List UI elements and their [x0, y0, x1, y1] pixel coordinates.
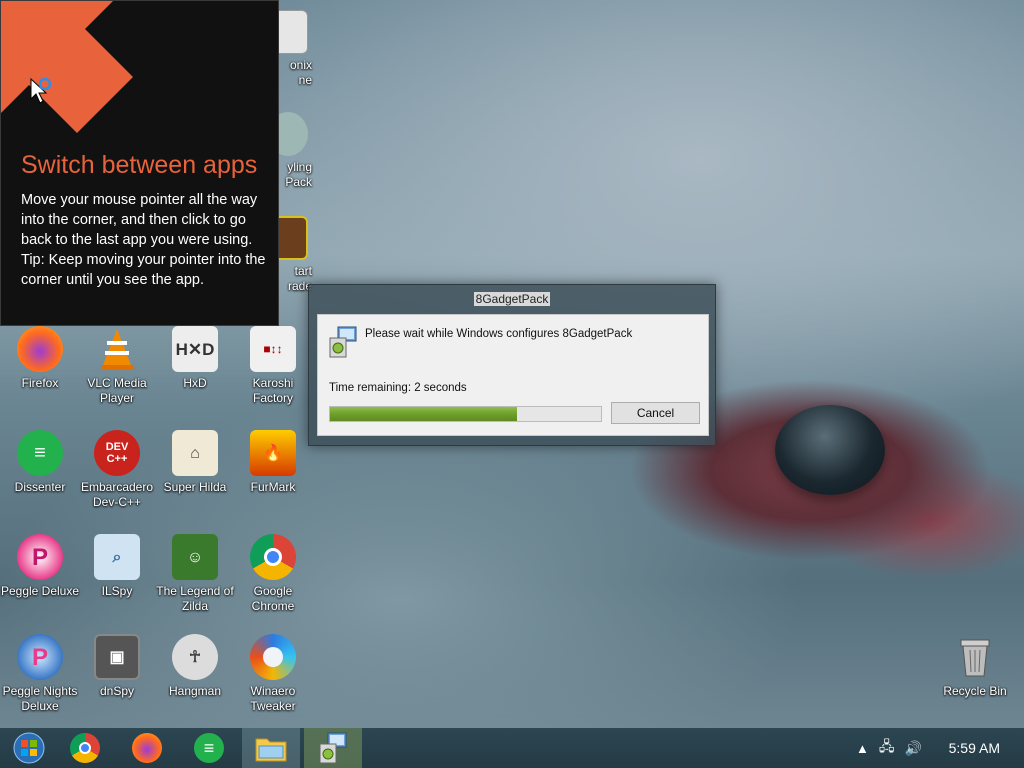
dialog-body: Please wait while Windows configures 8Ga… — [317, 314, 709, 436]
taskbar-firefox[interactable] — [118, 728, 176, 768]
desktop-icon-label: Hangman — [168, 684, 222, 698]
desktop-icon-label: FurMark — [250, 480, 296, 494]
taskbar-clock[interactable]: 5:59 AM — [949, 740, 1000, 756]
desktop-icon-label: Firefox — [21, 376, 59, 390]
furmark-icon: 🔥 — [250, 430, 296, 476]
tip-hint: Tip: Keep moving your pointer into the c… — [21, 252, 266, 288]
desktop-icon-label: Winaero Tweaker — [250, 684, 296, 713]
install-progress-bar — [329, 406, 602, 422]
start-orb-icon — [13, 732, 45, 764]
dissenter-icon: ≡ — [17, 430, 63, 476]
chrome-icon — [70, 733, 100, 763]
desktop-icon-peggle-nights[interactable]: P Peggle Nights Deluxe — [0, 634, 80, 714]
installer-icon — [319, 732, 347, 764]
taskbar-file-explorer[interactable] — [242, 728, 300, 768]
dnspy-icon: ▣ — [94, 634, 140, 680]
desktop-icon-label: Embarcadero Dev-C++ — [80, 480, 154, 509]
dialog-title: 8GadgetPack — [473, 292, 551, 306]
peggle-icon: P — [17, 534, 63, 580]
karoshi-icon: ■↕↕ — [250, 326, 296, 372]
desktop-icon-label: The Legend of Zilda — [156, 584, 234, 613]
ilspy-icon: ⌕ — [94, 534, 140, 580]
tip-title: Switch between apps — [21, 151, 258, 179]
desktop-icon-label: Super Hilda — [163, 480, 227, 494]
desktop-icon-label: dnSpy — [99, 684, 135, 698]
cancel-button[interactable]: Cancel — [611, 402, 700, 424]
winaero-icon — [250, 634, 296, 680]
desktop-icon-winaero[interactable]: Winaero Tweaker — [233, 634, 313, 714]
tip-body: Move your mouse pointer all the way into… — [21, 190, 269, 290]
desktop-icon-chrome[interactable]: Google Chrome — [233, 534, 313, 614]
progress-fill — [330, 407, 517, 421]
network-icon[interactable]: 🖧 — [879, 736, 895, 760]
taskbar: ≡ ▲ 🖧 🔊 5:59 AM — [0, 728, 1024, 768]
wallpaper-water-drop — [775, 405, 885, 495]
file-explorer-icon — [255, 738, 287, 762]
desktop-icon-label: Karoshi Factory — [252, 376, 294, 405]
installer-dialog[interactable]: 8GadgetPack Please wait while Windows co… — [308, 284, 716, 446]
vlc-icon — [94, 326, 140, 372]
system-tray: ▲ 🖧 🔊 — [856, 728, 922, 768]
zilda-icon: ☺ — [172, 534, 218, 580]
desktop-icon-furmark[interactable]: 🔥 FurMark — [233, 430, 313, 495]
hot-corner-tip-panel[interactable]: Switch between apps Move your mouse poin… — [0, 0, 279, 326]
desktop-icon-zilda[interactable]: ☺ The Legend of Zilda — [155, 534, 235, 614]
arrow-up-left-icon — [1, 1, 133, 133]
super-hilda-icon: ⌂ — [172, 430, 218, 476]
chevron-up-icon[interactable]: ▲ — [856, 741, 869, 756]
desktop-icon-dissenter[interactable]: ≡ Dissenter — [0, 430, 80, 495]
desktop-icon-dnspy[interactable]: ▣ dnSpy — [77, 634, 157, 699]
desktop-icon-super-hilda[interactable]: ⌂ Super Hilda — [155, 430, 235, 495]
desktop-icon-label: Peggle Deluxe — [0, 584, 80, 598]
hxd-icon: H✕D — [172, 326, 218, 372]
mouse-pointer-icon — [30, 77, 52, 104]
desktop-icon-label: Peggle Nights Deluxe — [2, 684, 78, 713]
firefox-icon — [17, 326, 63, 372]
firefox-icon — [132, 733, 162, 763]
time-remaining-label: Time remaining: 2 seconds — [329, 382, 467, 394]
recycle-bin-icon — [952, 634, 998, 680]
start-button[interactable] — [0, 728, 58, 768]
chrome-icon — [250, 534, 296, 580]
desktop-icon-label: VLC Media Player — [87, 376, 147, 405]
desktop-icon-devcpp[interactable]: DEV C++ Embarcadero Dev-C++ — [77, 430, 157, 510]
desktop-icon-karoshi[interactable]: ■↕↕ Karoshi Factory — [233, 326, 313, 406]
desktop-icon-peggle[interactable]: P Peggle Deluxe — [0, 534, 80, 599]
desktop-icon-label: Dissenter — [14, 480, 66, 494]
desktop-icon-label: Recycle Bin — [943, 684, 1007, 698]
devcpp-icon: DEV C++ — [94, 430, 140, 476]
volume-icon[interactable]: 🔊 — [905, 740, 922, 757]
dissenter-icon: ≡ — [194, 733, 224, 763]
desktop-icon-ilspy[interactable]: ⌕ ILSpy — [77, 534, 157, 599]
peggle-nights-icon: P — [17, 634, 63, 680]
hangman-icon: ☥ — [172, 634, 218, 680]
desktop-icon-hxd[interactable]: H✕D HxD — [155, 326, 235, 391]
taskbar-dissenter[interactable]: ≡ — [180, 728, 238, 768]
installer-icon — [329, 326, 357, 358]
dialog-title-bar[interactable]: 8GadgetPack — [309, 292, 715, 306]
tip-description: Move your mouse pointer all the way into… — [21, 192, 258, 248]
desktop-icon-label: Google Chrome — [251, 584, 295, 613]
dialog-message: Please wait while Windows configures 8Ga… — [365, 328, 633, 340]
desktop-icon-recycle-bin[interactable]: Recycle Bin — [935, 634, 1015, 699]
desktop-icon-firefox[interactable]: Firefox — [0, 326, 80, 391]
desktop-icon-label: HxD — [183, 376, 207, 390]
taskbar-installer[interactable] — [304, 728, 362, 768]
desktop-icon-hangman[interactable]: ☥ Hangman — [155, 634, 235, 699]
desktop-icon-vlc[interactable]: VLC Media Player — [77, 326, 157, 406]
desktop-icon-label: ILSpy — [101, 584, 133, 598]
taskbar-chrome[interactable] — [56, 728, 114, 768]
